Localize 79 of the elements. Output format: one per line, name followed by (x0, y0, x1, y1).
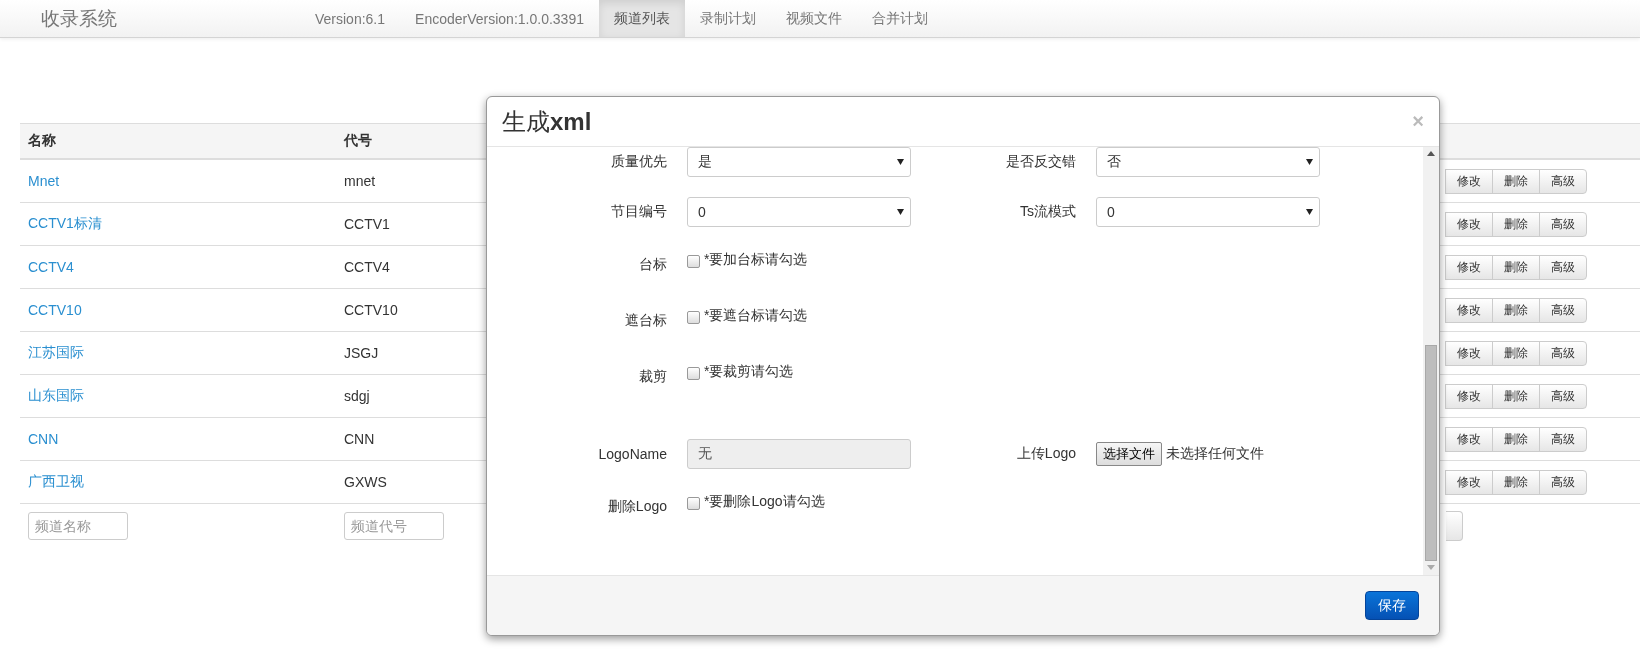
caret-icon (1306, 209, 1313, 215)
checkbox[interactable] (687, 497, 700, 510)
field-label: 遮台标 (625, 312, 667, 330)
action-button[interactable]: 高级 (1539, 426, 1587, 452)
channel-link[interactable]: 广西卫视 (28, 473, 84, 491)
action-button[interactable]: 删除 (1492, 211, 1540, 237)
action-button[interactable]: 修改 (1445, 211, 1493, 237)
action-button[interactable]: 修改 (1445, 340, 1493, 366)
action-button[interactable]: 修改 (1445, 168, 1493, 194)
action-button[interactable]: 高级 (1539, 254, 1587, 280)
action-button[interactable]: 高级 (1539, 469, 1587, 495)
checkbox-hint: *要删除Logo请勾选 (704, 493, 825, 511)
field-label: Ts流模式 (1020, 203, 1076, 221)
table-cell: CNN (344, 431, 375, 447)
channel-link[interactable]: CCTV10 (28, 302, 82, 318)
action-button[interactable]: 修改 (1445, 254, 1493, 280)
table-cell: GXWS (344, 474, 387, 490)
action-button[interactable]: 修改 (1445, 426, 1493, 452)
filter-field[interactable]: 频道名称 (28, 512, 128, 540)
nav-tab[interactable]: EncoderVersion:1.0.0.3391 (400, 0, 599, 37)
save-button[interactable]: 保存 (1365, 591, 1419, 620)
action-button[interactable]: 修改 (1445, 383, 1493, 409)
action-button[interactable]: 高级 (1539, 168, 1587, 194)
checkbox-hint: *要遮台标请勾选 (704, 307, 808, 325)
select-field[interactable]: 是 (687, 147, 911, 177)
nav-tab[interactable]: 频道列表 (598, 0, 685, 37)
nav-tab[interactable]: 视频文件 (770, 0, 857, 37)
nav-tab[interactable]: Version:6.1 (300, 0, 401, 37)
field-label: 台标 (639, 256, 667, 274)
action-button[interactable]: 修改 (1445, 297, 1493, 323)
table-cell: CCTV10 (344, 302, 398, 318)
field-label: LogoName (598, 446, 667, 462)
channel-link[interactable]: 山东国际 (28, 387, 84, 405)
table-cell: CCTV1 (344, 216, 390, 232)
scroll-down-icon[interactable] (1427, 565, 1435, 571)
action-button[interactable]: 高级 (1539, 297, 1587, 323)
channel-link[interactable]: CCTV1标清 (28, 215, 102, 233)
select-field[interactable]: 0 (1096, 197, 1320, 227)
action-button[interactable]: 高级 (1539, 383, 1587, 409)
scrollbar[interactable] (1423, 147, 1439, 575)
checkbox[interactable] (687, 311, 700, 324)
column-header: 名称 (20, 123, 336, 160)
action-button[interactable]: 删除 (1492, 168, 1540, 194)
action-button[interactable]: 高级 (1539, 211, 1587, 237)
action-button[interactable]: 删除 (1492, 426, 1540, 452)
checkbox-hint: *要加台标请勾选 (704, 251, 808, 269)
file-status: 未选择任何文件 (1166, 445, 1264, 463)
action-button[interactable]: 修改 (1445, 469, 1493, 495)
select-field[interactable]: 否 (1096, 147, 1320, 177)
field-label: 删除Logo (607, 498, 667, 516)
field-label: 节目编号 (611, 203, 667, 221)
brand-title: 收录系统 (40, 6, 118, 31)
field-label: 裁剪 (639, 368, 667, 386)
channel-link[interactable]: CCTV4 (28, 259, 74, 275)
action-button[interactable]: 删除 (1492, 297, 1540, 323)
choose-file-button[interactable]: 选择文件 (1096, 442, 1162, 466)
filter-field[interactable]: 频道代号 (344, 512, 444, 540)
table-cell: mnet (344, 173, 376, 189)
checkbox[interactable] (687, 367, 700, 380)
channel-link[interactable]: Mnet (28, 173, 60, 189)
action-button[interactable]: 删除 (1492, 254, 1540, 280)
checkbox-hint: *要裁剪请勾选 (704, 363, 794, 381)
add-button[interactable] (1446, 511, 1463, 541)
action-button[interactable]: 删除 (1492, 469, 1540, 495)
field-label: 上传Logo (1016, 445, 1076, 463)
select-field[interactable]: 0 (687, 197, 911, 227)
nav-tab[interactable]: 合并计划 (856, 0, 943, 37)
table-cell: sdgj (344, 388, 370, 404)
scroll-up-icon[interactable] (1427, 151, 1435, 157)
table-cell: CCTV4 (344, 259, 390, 275)
nav-tab[interactable]: 录制计划 (684, 0, 771, 37)
table-cell: JSGJ (344, 345, 379, 361)
channel-link[interactable]: CNN (28, 431, 59, 447)
channel-link[interactable]: 江苏国际 (28, 344, 84, 362)
action-button[interactable]: 高级 (1539, 340, 1587, 366)
caret-icon (897, 209, 904, 215)
action-button[interactable]: 删除 (1492, 383, 1540, 409)
action-button[interactable]: 删除 (1492, 340, 1540, 366)
checkbox[interactable] (687, 255, 700, 268)
